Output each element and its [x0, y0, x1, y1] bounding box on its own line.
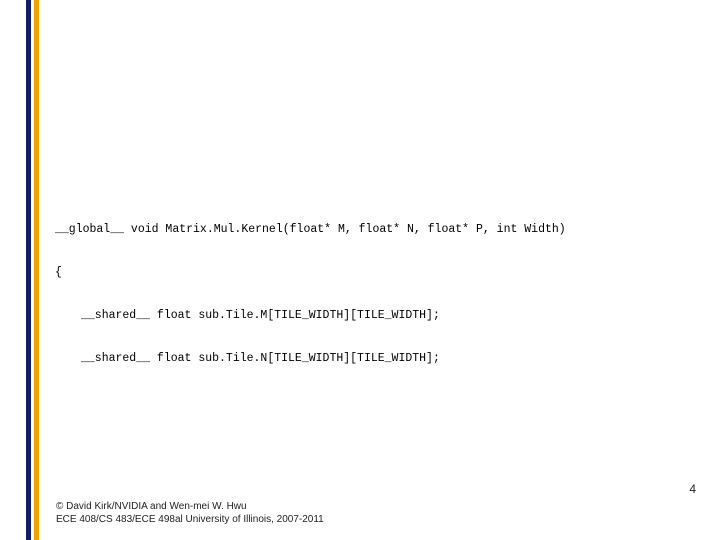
decor-stripe-blue	[26, 0, 31, 540]
copyright-line-2: ECE 408/CS 483/ECE 498al University of I…	[56, 514, 324, 527]
code-line-2: {	[55, 266, 710, 280]
copyright: © David Kirk/NVIDIA and Wen-mei W. Hwu E…	[56, 501, 324, 526]
code-line-1: __global__ void Matrix.Mul.Kernel(float*…	[55, 223, 710, 237]
copyright-line-1: © David Kirk/NVIDIA and Wen-mei W. Hwu	[56, 501, 324, 514]
decor-stripe-orange	[34, 0, 39, 540]
slide: __global__ void Matrix.Mul.Kernel(float*…	[0, 0, 720, 540]
page-number: 4	[689, 482, 696, 496]
code-line-4: __shared__ float sub.Tile.N[TILE_WIDTH][…	[55, 352, 710, 366]
code-block: __global__ void Matrix.Mul.Kernel(float*…	[55, 194, 710, 395]
code-line-3: __shared__ float sub.Tile.M[TILE_WIDTH][…	[55, 309, 710, 323]
